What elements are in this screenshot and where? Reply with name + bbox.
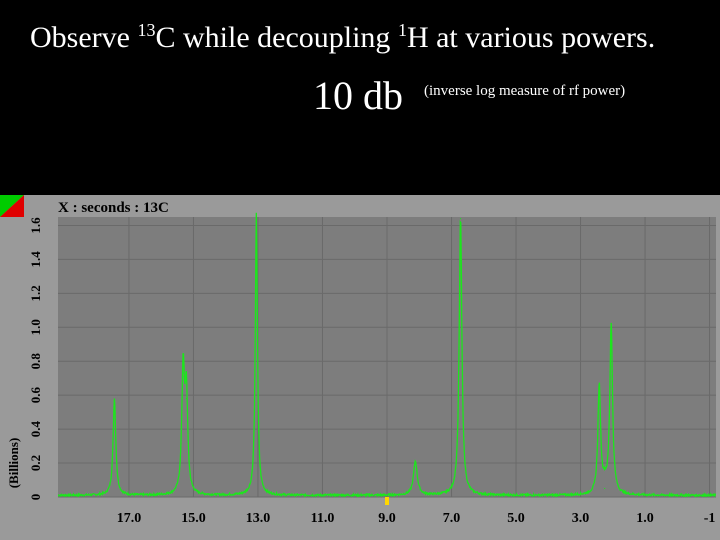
- spectrum-peak: [610, 326, 612, 328]
- title-isotope-mass-h: 1: [397, 20, 407, 40]
- x-tick-label: 3.0: [572, 511, 590, 526]
- x-tick-label: -1: [704, 511, 716, 526]
- x-tick-label: 15.0: [181, 511, 206, 526]
- title-isotope-mass-c: 13: [137, 20, 156, 40]
- spectrum-chart: X : seconds : 13C 0 0.2 0.4 0.6 0.8 1.0 1.2 1.4 1…: [0, 195, 720, 540]
- y-tick-label: 1.4: [28, 251, 43, 268]
- y-tick-label: 0.8: [28, 353, 43, 370]
- y-tick-label: 1.2: [28, 285, 43, 301]
- y-tick-label: 1.0: [28, 319, 43, 335]
- spectrum-peak: [113, 399, 116, 401]
- spectrum-peak: [459, 218, 462, 220]
- x-tick-label: 13.0: [246, 511, 271, 526]
- title-hydrogen: H at various powers.: [406, 21, 656, 54]
- y-tick-label: 0.4: [28, 420, 43, 437]
- axis-marker: [385, 497, 389, 505]
- slide: Observe 13C while decoupling 1H at vario…: [0, 0, 720, 540]
- chart-title: X : seconds : 13C: [58, 200, 169, 216]
- x-tick-label: 5.0: [507, 511, 525, 526]
- spectrum-peak: [182, 372, 184, 374]
- x-tick-label: 17.0: [117, 511, 142, 526]
- x-tick-label: 9.0: [378, 511, 396, 526]
- spectrum-chart-svg: X : seconds : 13C 0 0.2 0.4 0.6 0.8 1.0 1.2 1.4 1…: [0, 195, 720, 540]
- title-prefix: Observe: [30, 21, 138, 54]
- x-tick-label: 7.0: [443, 511, 461, 526]
- spectrum-peak: [185, 397, 187, 400]
- y-tick-label: 1.6: [28, 217, 43, 234]
- y-axis-label: (Billions): [6, 438, 21, 489]
- title-carbon: C while decoupling: [155, 21, 398, 54]
- x-tick-label: 1.0: [636, 511, 654, 526]
- y-tick-label: 0.6: [28, 387, 43, 404]
- spectrum-peak: [598, 387, 600, 389]
- x-tick-label: 11.0: [311, 511, 335, 526]
- slide-title: Observe 13C while decoupling 1H at vario…: [30, 20, 655, 55]
- y-tick-label: 0.2: [28, 455, 43, 471]
- spectrum-peak: [604, 487, 606, 490]
- decoupling-power-note: (inverse log measure of rf power): [424, 83, 626, 99]
- y-tick-label: 0: [28, 494, 43, 501]
- spectrum-peak: [255, 216, 257, 218]
- spectrum-peak: [414, 462, 416, 464]
- decoupling-power-value: 10 db: [313, 73, 403, 118]
